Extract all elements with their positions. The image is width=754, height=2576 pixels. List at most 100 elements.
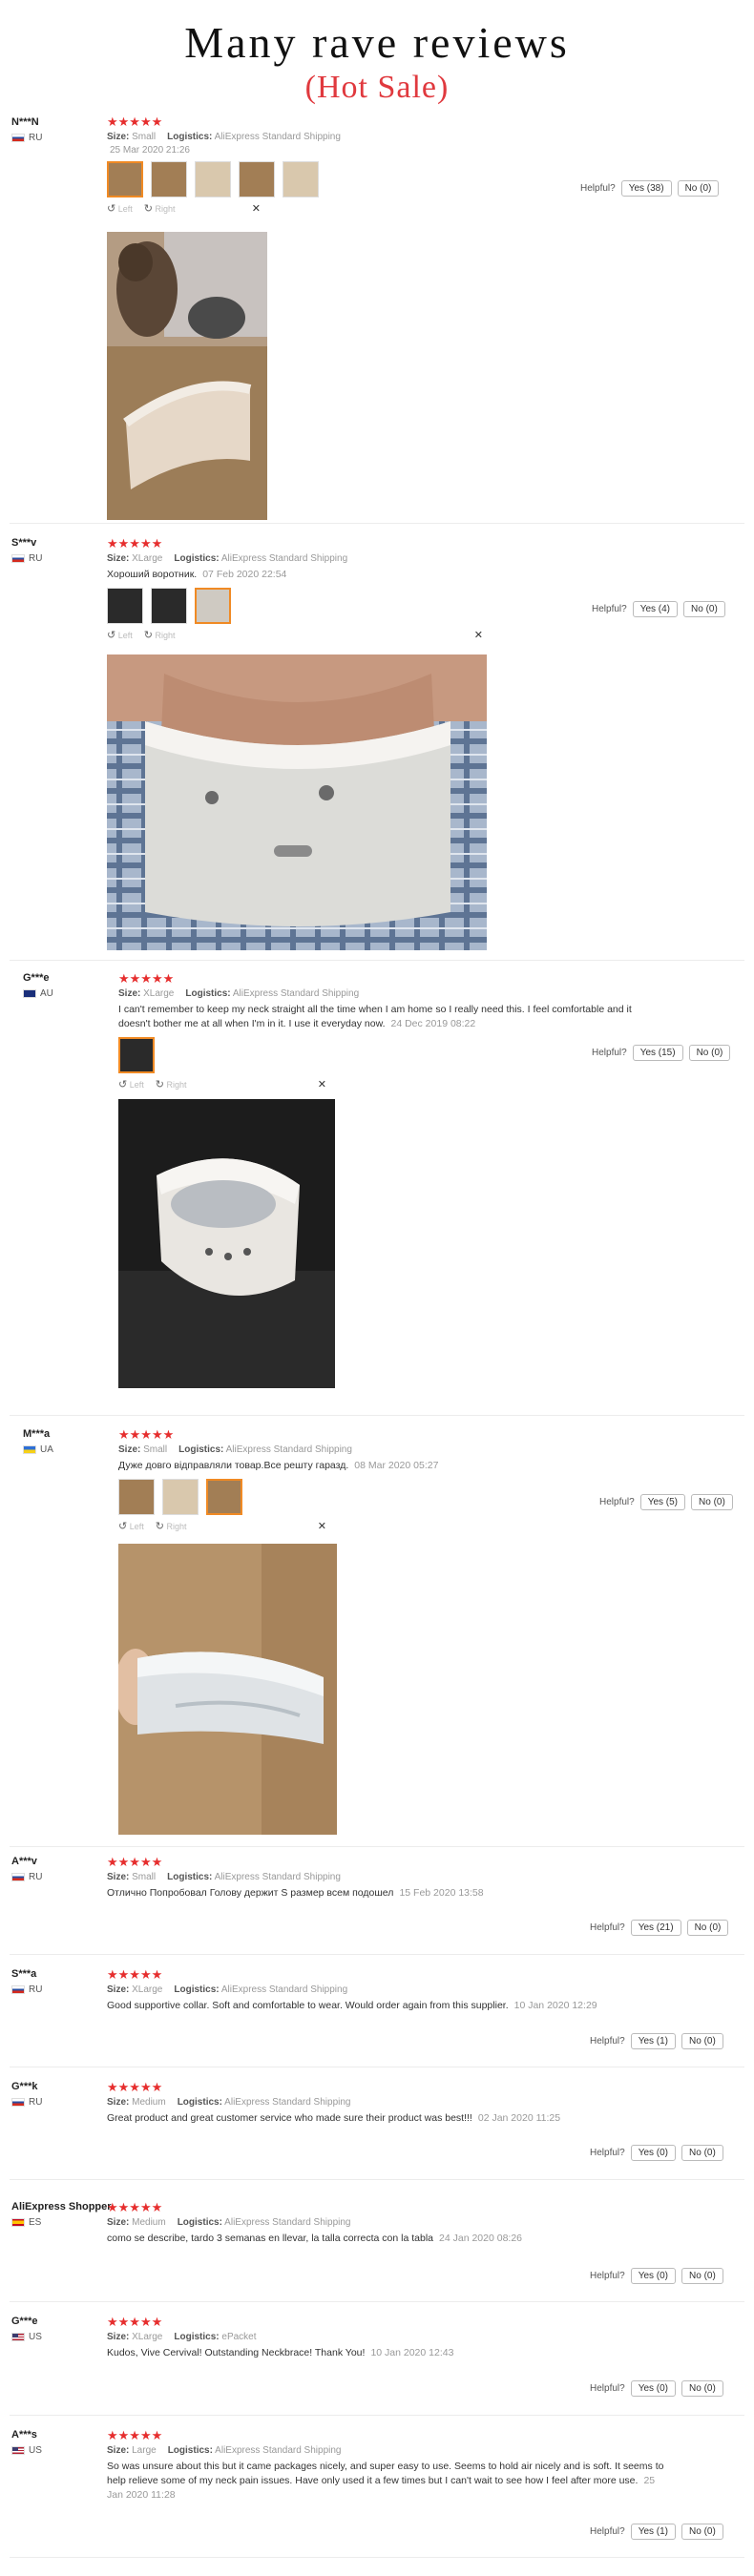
close-icon[interactable]: ✕	[474, 629, 483, 641]
rotate-right-icon: ↻	[143, 202, 153, 215]
helpful-box: Helpful? Yes (15) No (0)	[592, 1045, 731, 1061]
helpful-yes-button[interactable]: Yes (4)	[632, 601, 679, 617]
rotate-right-button[interactable]: ↻ Right	[144, 202, 176, 215]
rotate-right-icon: ↻	[155, 1078, 164, 1091]
review-user: G***e	[23, 972, 50, 984]
thumbnail-strip	[118, 1479, 658, 1515]
thumbnail-strip	[107, 588, 641, 624]
close-icon[interactable]: ✕	[318, 1520, 326, 1532]
review-thumbnail[interactable]	[107, 161, 143, 197]
review-country: UA	[23, 1444, 53, 1455]
rotate-right-icon: ↻	[155, 1520, 164, 1532]
helpful-box: Helpful? Yes (21) No (0)	[590, 1920, 729, 1936]
rating-stars: ★★★★★	[107, 1967, 163, 1982]
rotate-left-button[interactable]: ↺ Left	[118, 1520, 144, 1532]
rotate-left-button[interactable]: ↺ Left	[118, 1078, 144, 1091]
rotate-left-button[interactable]: ↺ Left	[107, 629, 133, 641]
review-meta: Size: Medium Logistics: AliExpress Standa…	[107, 2217, 351, 2228]
flag-us-icon	[11, 2333, 25, 2341]
flag-ru-icon	[11, 554, 25, 563]
review-thumbnail[interactable]	[195, 161, 231, 197]
page-title: Many rave reviews	[184, 18, 570, 67]
helpful-no-button[interactable]: No (0)	[683, 601, 725, 617]
review-meta: Size: XLarge Logistics: AliExpress Standa…	[107, 553, 348, 564]
review-meta: Size: Small Logistics: AliExpress Standar…	[107, 1872, 341, 1882]
helpful-yes-button[interactable]: Yes (0)	[630, 2145, 677, 2161]
review-body: ★★★★★ Size: Medium Logistics: AliExpress …	[107, 2081, 680, 2126]
review-photo	[107, 232, 267, 520]
helpful-no-button[interactable]: No (0)	[677, 180, 720, 197]
close-icon[interactable]: ✕	[318, 1078, 326, 1091]
helpful-yes-button[interactable]: Yes (1)	[630, 2033, 677, 2049]
close-icon[interactable]: ✕	[252, 202, 261, 215]
review-text: Kudos, Vive Cervival! Outstanding Neckbr…	[107, 2347, 454, 2358]
review-country: RU	[11, 2097, 42, 2108]
flag-es-icon	[11, 2218, 25, 2227]
helpful-box: Helpful? Yes (0) No (0)	[590, 2145, 723, 2161]
review-thumbnail[interactable]	[151, 161, 187, 197]
rotate-right-button[interactable]: ↻ Right	[156, 1078, 187, 1091]
flag-ru-icon	[11, 134, 25, 142]
helpful-box: Helpful? Yes (38) No (0)	[580, 180, 720, 197]
helpful-no-button[interactable]: No (0)	[688, 1045, 731, 1061]
rating-stars: ★★★★★	[107, 114, 163, 129]
rating-stars: ★★★★★	[107, 1855, 163, 1869]
review-thumbnail[interactable]	[195, 588, 231, 624]
review-thumbnail[interactable]	[206, 1479, 242, 1515]
review-user: M***a	[23, 1428, 51, 1440]
helpful-box: Helpful? Yes (0) No (0)	[590, 2268, 723, 2284]
rotate-right-button[interactable]: ↻ Right	[144, 629, 176, 641]
review-thumbnail[interactable]	[283, 161, 319, 197]
review-country: RU	[11, 133, 42, 143]
helpful-yes-button[interactable]: Yes (0)	[630, 2380, 677, 2397]
divider	[10, 1954, 744, 1955]
helpful-no-button[interactable]: No (0)	[681, 2524, 723, 2540]
review-text: como se describe, tardo 3 semanas en lle…	[107, 2233, 523, 2244]
image-toolbar: ↺ Left ↻ Right ✕	[107, 628, 487, 641]
review-thumbnail[interactable]	[107, 588, 143, 624]
rating-stars: ★★★★★	[107, 2315, 163, 2329]
review-user: S***v	[11, 537, 37, 549]
divider	[10, 2179, 744, 2180]
helpful-yes-button[interactable]: Yes (21)	[630, 1920, 681, 1936]
helpful-no-button[interactable]: No (0)	[681, 2268, 723, 2284]
review-meta: Size: XLarge Logistics: AliExpress Standa…	[107, 1984, 348, 1995]
helpful-yes-button[interactable]: Yes (0)	[630, 2268, 677, 2284]
review-thumbnail[interactable]	[151, 588, 187, 624]
helpful-no-button[interactable]: No (0)	[686, 1920, 729, 1936]
review-country: RU	[11, 1872, 42, 1882]
review-country: ES	[11, 2217, 41, 2228]
helpful-no-button[interactable]: No (0)	[691, 1494, 733, 1510]
flag-au-icon	[23, 989, 36, 998]
page-header: Many rave reviews (Hot Sale)	[0, 17, 754, 107]
review-user: N***N	[11, 116, 39, 128]
review-text: I can't remember to keep my neck straigh…	[118, 1004, 632, 1029]
rotate-right-button[interactable]: ↻ Right	[156, 1520, 187, 1532]
helpful-yes-button[interactable]: Yes (15)	[632, 1045, 683, 1061]
review-thumbnail[interactable]	[118, 1037, 155, 1073]
helpful-yes-button[interactable]: Yes (38)	[620, 180, 672, 197]
review-body: ★★★★★ Size: Small Logistics: AliExpress S…	[107, 1856, 646, 1901]
helpful-yes-button[interactable]: Yes (5)	[639, 1494, 686, 1510]
rotate-left-button[interactable]: ↺ Left	[107, 202, 133, 215]
helpful-no-button[interactable]: No (0)	[681, 2380, 723, 2397]
review-meta: Size: XLarge Logistics: ePacket	[107, 2332, 257, 2342]
flag-ru-icon	[11, 2098, 25, 2107]
review-thumbnail[interactable]	[118, 1479, 155, 1515]
review-body: ★★★★★ Size: Small Logistics: AliExpress S…	[118, 1428, 658, 1532]
flag-ua-icon	[23, 1445, 36, 1454]
review-thumbnail[interactable]	[162, 1479, 199, 1515]
review-body: ★★★★★ Size: XLarge Logistics: AliExpress …	[118, 972, 658, 1091]
helpful-no-button[interactable]: No (0)	[681, 2145, 723, 2161]
helpful-yes-button[interactable]: Yes (1)	[630, 2524, 677, 2540]
rotate-left-icon: ↺	[107, 202, 116, 215]
helpful-no-button[interactable]: No (0)	[681, 2033, 723, 2049]
review-user: G***k	[11, 2081, 38, 2092]
review-date: 25 Mar 2020 21:26	[110, 145, 190, 156]
review-user: G***e	[11, 2316, 38, 2327]
review-thumbnail[interactable]	[239, 161, 275, 197]
review-user: A***v	[11, 1856, 37, 1867]
rating-stars: ★★★★★	[107, 2200, 163, 2214]
helpful-box: Helpful? Yes (0) No (0)	[590, 2380, 723, 2397]
thumbnail-strip	[118, 1037, 658, 1073]
